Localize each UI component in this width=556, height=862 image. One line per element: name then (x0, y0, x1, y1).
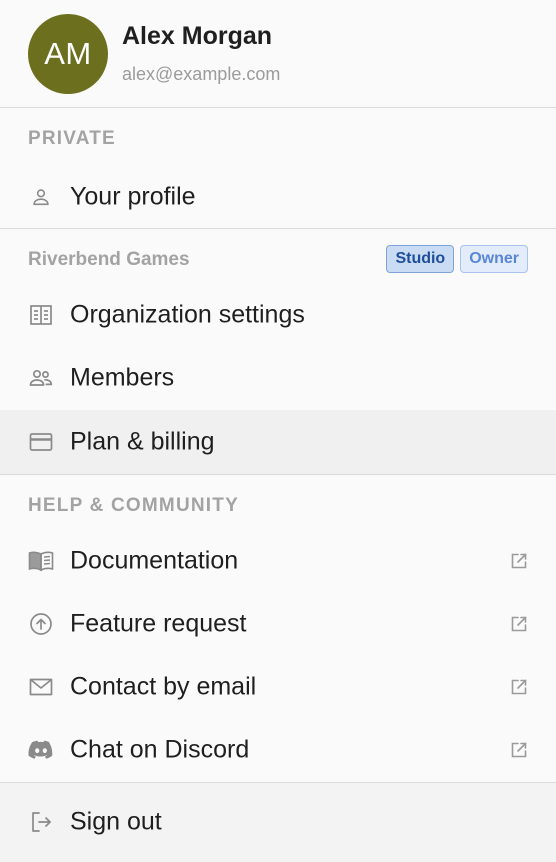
user-icon (28, 184, 54, 210)
role-badge: Owner (460, 245, 528, 273)
account-menu: AM Alex Morgan alex@example.com PRIVATE … (0, 0, 556, 862)
help-section-label: HELP & COMMUNITY (28, 495, 239, 516)
menu-item-your-profile[interactable]: Your profile (0, 166, 556, 228)
private-section: PRIVATE Your profile (0, 108, 556, 229)
menu-item-label: Your profile (70, 182, 196, 211)
menu-item-label: Plan & billing (70, 427, 215, 456)
help-section: HELP & COMMUNITY Documentation Feature r… (0, 475, 556, 783)
menu-item-documentation[interactable]: Documentation (0, 530, 556, 592)
menu-item-label: Documentation (70, 546, 239, 575)
menu-item-label: Sign out (70, 807, 162, 836)
menu-item-members[interactable]: Members (0, 347, 556, 409)
user-email: alex@example.com (122, 64, 281, 84)
user-name: Alex Morgan (122, 22, 273, 50)
menu-item-label: Feature request (70, 609, 247, 638)
external-link-icon (510, 552, 528, 570)
arrow-up-circle-icon (28, 611, 54, 637)
menu-item-label: Organization settings (70, 300, 305, 329)
credit-card-icon (28, 429, 54, 455)
external-link-icon (510, 615, 528, 633)
external-link-icon (510, 741, 528, 759)
sign-out-button[interactable]: Sign out (0, 791, 556, 853)
discord-icon (28, 737, 54, 763)
menu-item-label: Chat on Discord (70, 735, 250, 764)
menu-item-label: Members (70, 363, 175, 392)
external-link-icon (510, 678, 528, 696)
private-section-label: PRIVATE (28, 128, 116, 149)
users-icon (28, 365, 54, 391)
menu-item-discord[interactable]: Chat on Discord (0, 719, 556, 781)
sign-out-icon (28, 809, 54, 835)
plan-badge: Studio (386, 245, 455, 273)
menu-item-feature-request[interactable]: Feature request (0, 593, 556, 655)
book-icon (28, 548, 54, 574)
organization-badges: Studio Owner (386, 245, 528, 273)
building-icon (28, 302, 54, 328)
signout-section: Sign out (0, 783, 556, 862)
menu-item-label: Contact by email (70, 672, 257, 701)
avatar: AM (28, 14, 108, 94)
mail-icon (28, 674, 54, 700)
menu-item-plan-billing[interactable]: Plan & billing (0, 410, 556, 474)
organization-section: Riverbend Games Studio Owner Organizatio… (0, 229, 556, 475)
organization-name: Riverbend Games (28, 249, 190, 270)
menu-item-contact-email[interactable]: Contact by email (0, 656, 556, 718)
menu-item-organization-settings[interactable]: Organization settings (0, 284, 556, 346)
account-header: AM Alex Morgan alex@example.com (0, 0, 556, 108)
